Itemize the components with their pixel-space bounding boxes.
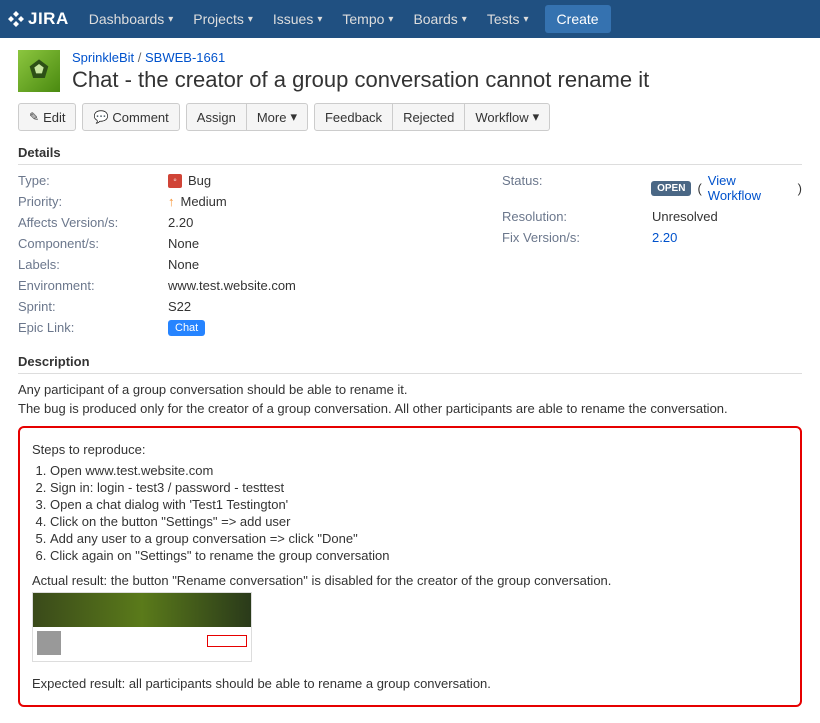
labels-value: None xyxy=(168,257,199,272)
breadcrumb-project[interactable]: SprinkleBit xyxy=(72,50,134,65)
caret-down-icon: ▾ xyxy=(168,14,173,25)
comment-button[interactable]: 💬Comment xyxy=(82,103,179,131)
epic-link-value[interactable]: Chat xyxy=(168,320,205,336)
actual-result: Actual result: the button "Rename conver… xyxy=(32,573,788,588)
workflow-button[interactable]: Workflow ▾ xyxy=(465,103,550,131)
step-item: Open a chat dialog with 'Test1 Testingto… xyxy=(50,497,788,512)
view-workflow-link[interactable]: View Workflow xyxy=(708,173,792,203)
step-item: Click again on "Settings" to rename the … xyxy=(50,548,788,563)
steps-list: Open www.test.website.com Sign in: login… xyxy=(50,463,788,563)
type-label: Type: xyxy=(18,173,168,188)
assign-button[interactable]: Assign xyxy=(186,103,247,131)
nav-tests[interactable]: Tests▾ xyxy=(477,0,539,38)
fix-version-label: Fix Version/s: xyxy=(502,230,652,245)
priority-medium-icon: ↑ xyxy=(168,194,175,209)
fix-version-value[interactable]: 2.20 xyxy=(652,230,677,245)
caret-down-icon: ▾ xyxy=(317,14,322,25)
create-button[interactable]: Create xyxy=(545,5,611,33)
status-label: Status: xyxy=(502,173,651,203)
epic-link-label: Epic Link: xyxy=(18,320,168,336)
caret-down-icon: ▾ xyxy=(388,14,393,25)
components-label: Component/s: xyxy=(18,236,168,251)
status-badge: OPEN xyxy=(651,181,691,196)
breadcrumb-issue-key[interactable]: SBWEB-1661 xyxy=(145,50,225,65)
section-details-title: Details xyxy=(18,145,802,165)
attachment-thumbnail[interactable] xyxy=(32,592,252,662)
jira-logo[interactable]: JIRA xyxy=(8,9,69,29)
step-item: Open www.test.website.com xyxy=(50,463,788,478)
breadcrumb: SprinkleBit / SBWEB-1661 xyxy=(72,50,649,65)
rejected-button[interactable]: Rejected xyxy=(393,103,465,131)
caret-down-icon: ▾ xyxy=(248,14,253,25)
jira-logo-icon xyxy=(8,11,24,27)
section-description-title: Description xyxy=(18,354,802,374)
more-button[interactable]: More ▾ xyxy=(247,103,308,131)
type-value: ◦Bug xyxy=(168,173,211,188)
resolution-label: Resolution: xyxy=(502,209,652,224)
issue-header: SprinkleBit / SBWEB-1661 Chat - the crea… xyxy=(18,50,802,93)
caret-down-icon: ▾ xyxy=(462,14,467,25)
expected-result: Expected result: all participants should… xyxy=(32,676,788,691)
labels-label: Labels: xyxy=(18,257,168,272)
caret-down-icon: ▾ xyxy=(290,109,297,125)
feedback-button[interactable]: Feedback xyxy=(314,103,393,131)
sprint-value: S22 xyxy=(168,299,191,314)
affects-version-value: 2.20 xyxy=(168,215,193,230)
sprint-label: Sprint: xyxy=(18,299,168,314)
environment-label: Environment: xyxy=(18,278,168,293)
nav-boards[interactable]: Boards▾ xyxy=(403,0,476,38)
pencil-icon: ✎ xyxy=(29,110,39,124)
highlighted-steps-box: Steps to reproduce: Open www.test.websit… xyxy=(18,426,802,707)
issue-title: Chat - the creator of a group conversati… xyxy=(72,67,649,93)
edit-button[interactable]: ✎Edit xyxy=(18,103,76,131)
caret-down-icon: ▾ xyxy=(533,109,540,125)
details-grid: Type:◦Bug Priority:↑Medium Affects Versi… xyxy=(18,173,802,336)
nav-issues[interactable]: Issues▾ xyxy=(263,0,333,38)
project-avatar-icon xyxy=(18,50,60,92)
top-nav: JIRA Dashboards▾ Projects▾ Issues▾ Tempo… xyxy=(0,0,820,38)
caret-down-icon: ▾ xyxy=(524,14,529,25)
issue-toolbar: ✎Edit 💬Comment Assign More ▾ Feedback Re… xyxy=(18,103,802,131)
bug-icon: ◦ xyxy=(168,174,182,188)
nav-projects[interactable]: Projects▾ xyxy=(183,0,263,38)
environment-value: www.test.website.com xyxy=(168,278,296,293)
priority-value: ↑Medium xyxy=(168,194,227,209)
comment-icon: 💬 xyxy=(93,110,108,124)
description-line-2: The bug is produced only for the creator… xyxy=(18,401,802,416)
steps-title: Steps to reproduce: xyxy=(32,442,788,457)
nav-tempo[interactable]: Tempo▾ xyxy=(332,0,403,38)
description-line-1: Any participant of a group conversation … xyxy=(18,382,802,397)
step-item: Click on the button "Settings" => add us… xyxy=(50,514,788,529)
step-item: Add any user to a group conversation => … xyxy=(50,531,788,546)
components-value: None xyxy=(168,236,199,251)
resolution-value: Unresolved xyxy=(652,209,718,224)
priority-label: Priority: xyxy=(18,194,168,209)
step-item: Sign in: login - test3 / password - test… xyxy=(50,480,788,495)
nav-dashboards[interactable]: Dashboards▾ xyxy=(79,0,184,38)
affects-version-label: Affects Version/s: xyxy=(18,215,168,230)
